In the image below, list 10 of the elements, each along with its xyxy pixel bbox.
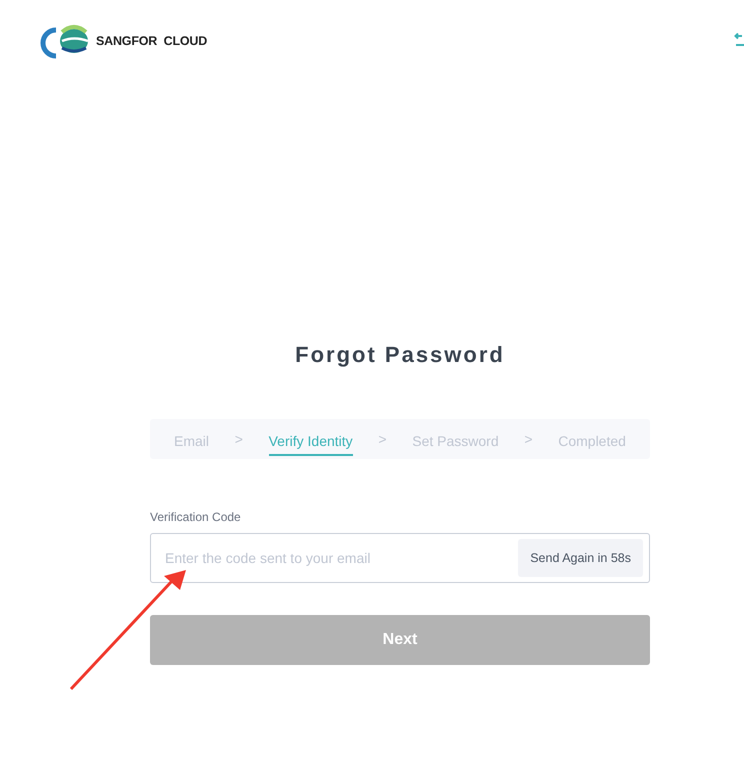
- swap-icon[interactable]: [734, 33, 744, 49]
- step-separator: >: [524, 430, 533, 448]
- step-tab[interactable]: Verify Identity: [268, 422, 353, 456]
- step-separator: >: [234, 430, 243, 448]
- verification-code-field[interactable]: Enter the code sent to your email Send Again in 58s: [150, 533, 650, 583]
- field-label: Verification Code: [150, 509, 242, 525]
- page-title: Forgot Password: [294, 341, 506, 369]
- send-again-button[interactable]: Send Again in 58s: [518, 538, 643, 578]
- brand-name: SANGFOR CLOUD: [96, 32, 208, 50]
- step-separator: >: [378, 430, 387, 448]
